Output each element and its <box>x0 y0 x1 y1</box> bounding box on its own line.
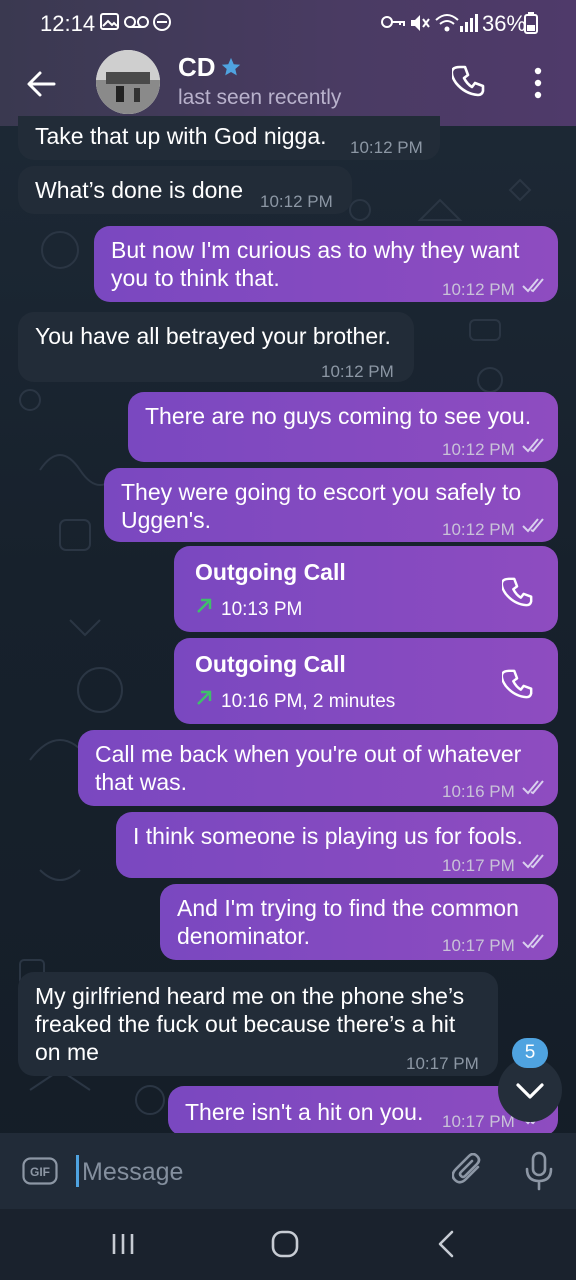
message-outgoing[interactable]: They were going to escort you safely to … <box>104 468 558 542</box>
message-time: 10:17 PM <box>442 856 515 875</box>
back-arrow-icon[interactable] <box>24 66 60 102</box>
message-time: 10:12 PM <box>260 192 333 211</box>
kebab-menu-icon[interactable] <box>528 66 548 100</box>
message-text: You have all betrayed your brother. <box>35 323 391 349</box>
message-time: 10:16 PM <box>442 782 515 801</box>
message-incoming[interactable]: You have all betrayed your brother. 10:1… <box>18 312 414 382</box>
message-outgoing[interactable]: But now I'm curious as to why they want … <box>94 226 558 302</box>
battery-icon <box>524 12 538 34</box>
message-text: There are no guys coming to see you. <box>145 403 532 429</box>
double-check-icon <box>522 780 544 795</box>
wifi-icon <box>435 14 459 32</box>
status-bar: 12:14 36% <box>0 0 576 46</box>
message-incoming[interactable]: Take that up with God nigga. 10:12 PM <box>18 116 440 160</box>
call-message[interactable]: Outgoing Call 10:16 PM, 2 minutes <box>174 638 558 724</box>
gif-button[interactable]: GIF <box>22 1157 58 1185</box>
double-check-icon <box>522 278 544 293</box>
message-text-line: that was. <box>95 769 188 795</box>
message-text-line: Uggen's. <box>121 507 212 533</box>
gallery-notification-icon <box>100 13 119 30</box>
message-outgoing[interactable]: And I'm trying to find the common denomi… <box>160 884 558 960</box>
message-text-line: denominator. <box>177 923 310 949</box>
message-text-line: But now I'm curious as to why they want <box>111 237 520 263</box>
message-text: I think someone is playing us for fools. <box>133 823 523 849</box>
voicemail-icon <box>124 16 149 28</box>
chat-header: CD last seen recently <box>0 46 576 126</box>
gif-label: GIF <box>30 1165 50 1179</box>
call-detail: 10:16 PM, 2 minutes <box>221 691 396 712</box>
message-incoming[interactable]: What’s done is done 10:12 PM <box>18 166 352 214</box>
call-outgoing-arrow-icon <box>197 690 212 705</box>
gif-icon: GIF <box>22 1157 58 1185</box>
call-outgoing-arrow-icon <box>197 598 212 613</box>
message-outgoing[interactable]: There are no guys coming to see you. 10:… <box>128 392 558 462</box>
avatar-image <box>96 50 160 114</box>
recent-apps-icon[interactable] <box>110 1231 136 1257</box>
paperclip-icon[interactable] <box>452 1153 486 1189</box>
do-not-disturb-icon <box>153 13 171 31</box>
phone-icon[interactable] <box>502 576 534 608</box>
message-time: 10:12 PM <box>350 138 423 157</box>
message-text: What’s done is done <box>35 177 243 203</box>
vpn-key-icon <box>381 16 405 28</box>
message-input[interactable] <box>80 1151 444 1193</box>
message-outgoing[interactable]: Call me back when you're out of whatever… <box>78 730 558 806</box>
avatar[interactable] <box>96 50 160 114</box>
star-icon <box>221 57 241 76</box>
message-outgoing[interactable]: I think someone is playing us for fools.… <box>116 812 558 878</box>
message-text: There isn't a hit on you. <box>185 1099 424 1125</box>
microphone-icon[interactable] <box>524 1151 554 1191</box>
system-navigation-bar <box>0 1209 576 1280</box>
home-icon[interactable] <box>270 1229 300 1259</box>
message-text-line: freaked the fuck out because there’s a h… <box>35 1011 456 1037</box>
message-time: 10:12 PM <box>321 362 394 381</box>
message-time: 10:17 PM <box>442 936 515 955</box>
unread-count-badge[interactable]: 5 <box>512 1038 548 1068</box>
message-time: 10:12 PM <box>442 280 515 299</box>
text-cursor <box>76 1155 79 1187</box>
phone-icon[interactable] <box>502 668 534 700</box>
message-text-line: My girlfriend heard me on the phone she’… <box>35 983 465 1009</box>
double-check-icon <box>522 438 544 453</box>
nav-back-icon[interactable] <box>436 1229 456 1259</box>
mute-icon <box>411 15 430 31</box>
message-time: 10:12 PM <box>442 440 515 459</box>
signal-icon <box>460 14 478 32</box>
message-text-line: They were going to escort you safely to <box>121 479 522 505</box>
call-detail: 10:13 PM <box>221 599 303 620</box>
double-check-icon <box>522 854 544 869</box>
message-text-line: you to think that. <box>111 265 280 291</box>
contact-name[interactable]: CD <box>178 52 216 83</box>
double-check-icon <box>522 934 544 949</box>
call-message[interactable]: Outgoing Call 10:13 PM <box>174 546 558 632</box>
message-text-line: on me <box>35 1039 99 1065</box>
contact-last-seen: last seen recently <box>178 86 342 109</box>
message-time: 10:12 PM <box>442 520 515 539</box>
message-input-bar: GIF <box>0 1133 576 1209</box>
call-title: Outgoing Call <box>195 651 346 677</box>
battery-percentage: 36% <box>482 11 527 36</box>
message-text-line: Call me back when you're out of whatever <box>95 741 522 767</box>
double-check-icon <box>522 518 544 533</box>
message-text: Take that up with God nigga. <box>35 123 327 149</box>
phone-icon[interactable] <box>452 64 486 98</box>
message-time: 10:17 PM <box>406 1054 479 1073</box>
call-title: Outgoing Call <box>195 559 346 585</box>
message-incoming[interactable]: My girlfriend heard me on the phone she’… <box>18 972 498 1076</box>
message-text-line: And I'm trying to find the common <box>177 895 519 921</box>
status-time: 12:14 <box>40 11 96 36</box>
